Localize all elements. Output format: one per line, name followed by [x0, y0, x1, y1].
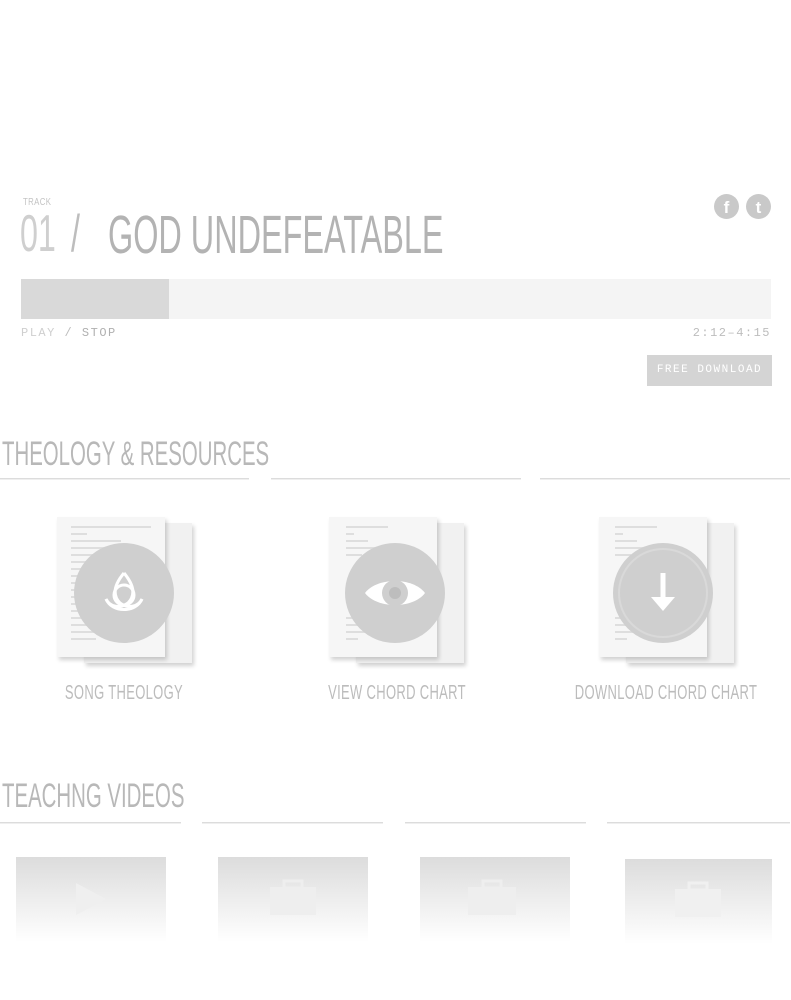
- free-download-button[interactable]: FREE DOWNLOAD: [647, 355, 772, 386]
- arrow-down-icon: [618, 548, 708, 638]
- track-time: 2:12–4:15: [692, 326, 771, 340]
- video-thumbnail[interactable]: [625, 859, 772, 944]
- view-chord-chart-label[interactable]: VIEW CHORD CHART: [300, 682, 495, 705]
- playback-controls: PLAY / STOP: [21, 326, 117, 340]
- play-button[interactable]: PLAY: [21, 326, 56, 340]
- briefcase-icon: [675, 881, 721, 917]
- videos-section-title: TEACHNG VIDEOS: [2, 777, 185, 815]
- track-separator: /: [71, 205, 80, 263]
- twitter-icon[interactable]: t: [746, 194, 771, 219]
- play-icon: [76, 883, 106, 915]
- briefcase-icon: [270, 879, 316, 915]
- track-number: 01: [20, 205, 56, 263]
- facebook-icon[interactable]: f: [714, 194, 739, 219]
- briefcase-icon: [468, 879, 516, 915]
- trinity-knot-icon: [104, 572, 144, 611]
- track-title: GOD UNDEFEATABLE: [108, 205, 444, 265]
- section-divider: [0, 478, 249, 480]
- video-thumbnail[interactable]: [420, 857, 570, 942]
- download-chord-chart-label[interactable]: DOWNLOAD CHORD CHART: [569, 682, 764, 705]
- theology-section-title: THEOLOGY & RESOURCES: [2, 435, 270, 473]
- view-chord-chart-button[interactable]: [345, 543, 445, 643]
- section-divider: [607, 822, 790, 824]
- section-divider: [0, 822, 181, 824]
- controls-separator: /: [64, 326, 74, 340]
- track-progress-bar[interactable]: [21, 279, 771, 319]
- download-chord-chart-button[interactable]: [613, 543, 713, 643]
- eye-icon: [365, 580, 425, 606]
- video-thumbnail[interactable]: [16, 857, 166, 942]
- section-divider: [540, 478, 790, 480]
- section-divider: [405, 822, 586, 824]
- section-divider: [271, 478, 521, 480]
- video-thumbnail[interactable]: [218, 857, 368, 942]
- stop-button[interactable]: STOP: [82, 326, 117, 340]
- track-progress-fill: [21, 279, 169, 319]
- song-theology-label[interactable]: SONG THEOLOGY: [27, 682, 222, 705]
- song-theology-button[interactable]: [74, 543, 174, 643]
- section-divider: [202, 822, 383, 824]
